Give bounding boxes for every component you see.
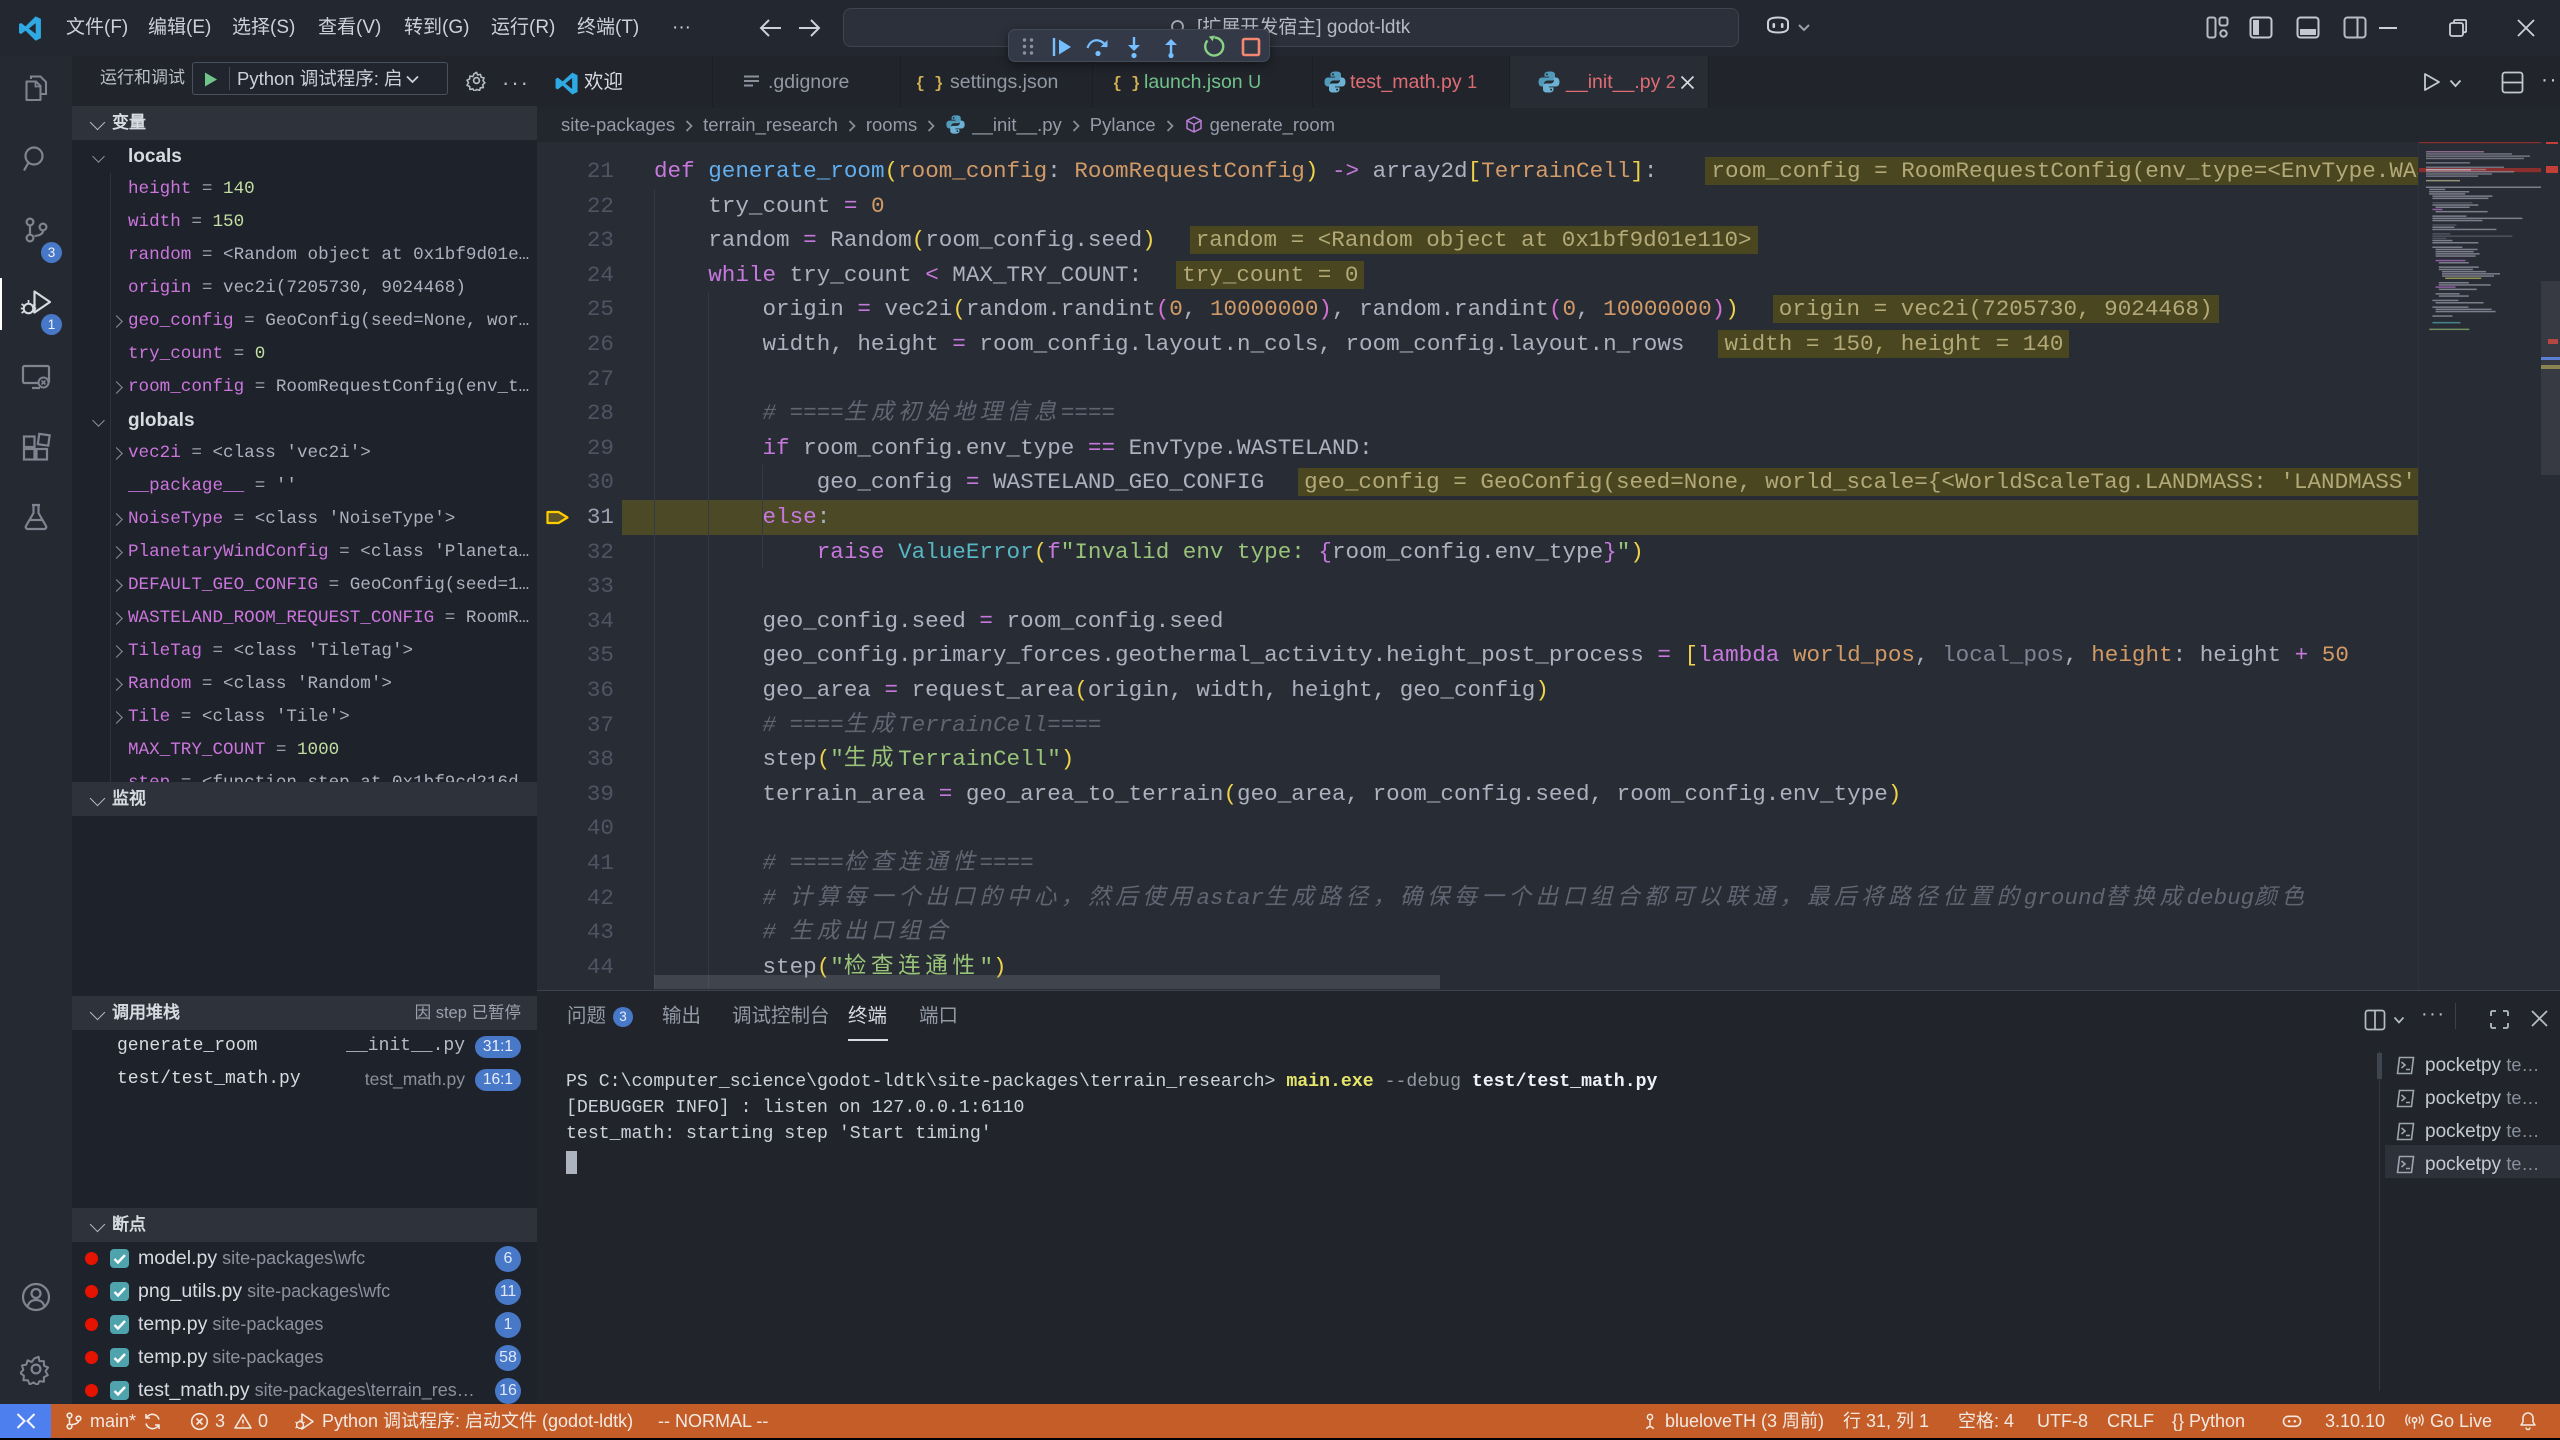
svg-text:{ }: { } bbox=[917, 75, 942, 93]
svg-text:{ }: { } bbox=[1114, 75, 1139, 93]
